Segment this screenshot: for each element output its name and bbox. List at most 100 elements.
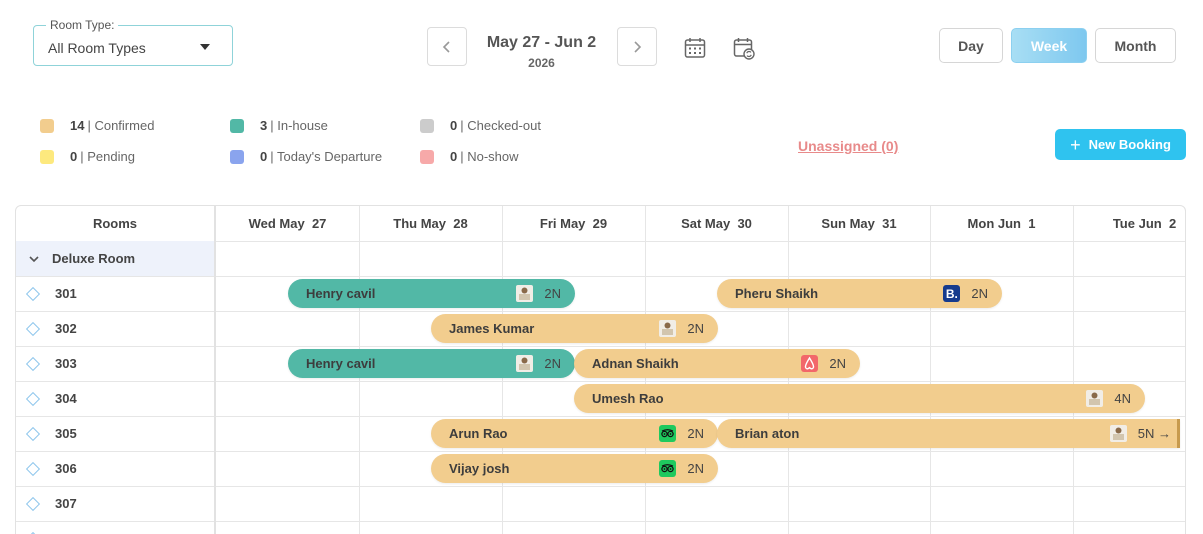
room-row-301[interactable]: 301 bbox=[16, 276, 216, 311]
room-diamond-icon bbox=[25, 356, 41, 371]
pending-label: | Pending bbox=[80, 149, 135, 164]
front-desk-icon bbox=[516, 285, 534, 302]
guest-name: Pheru Shaikh bbox=[735, 286, 819, 301]
room-row-304[interactable]: 304 bbox=[16, 381, 216, 416]
guest-name: Adnan Shaikh bbox=[592, 356, 679, 371]
room-number: 301 bbox=[55, 286, 77, 301]
legend-in-house: 3 | In-house bbox=[230, 118, 328, 133]
nights-count: 2N bbox=[687, 321, 704, 336]
nights-count: 2N bbox=[687, 426, 704, 441]
booking-bar[interactable]: Vijay josh 2N bbox=[431, 454, 718, 483]
booking-bar[interactable]: Henry cavil 2N bbox=[288, 349, 575, 378]
rooms-column-header: Rooms bbox=[16, 206, 216, 241]
room-number: 303 bbox=[55, 356, 77, 371]
checked-out-count: 0 bbox=[450, 118, 458, 133]
chevron-right-icon bbox=[634, 40, 642, 53]
checked-out-label: | Checked-out bbox=[460, 118, 541, 133]
confirmed-swatch bbox=[40, 118, 54, 133]
nights-count: 2N bbox=[544, 356, 561, 371]
week-view-button[interactable]: Week bbox=[1011, 28, 1087, 63]
room-row-302[interactable]: 302 bbox=[16, 311, 216, 346]
room-number: 306 bbox=[55, 461, 77, 476]
nights-count: 4N bbox=[1114, 391, 1131, 406]
guest-name: Arun Rao bbox=[449, 426, 508, 441]
confirmed-label: | Confirmed bbox=[87, 118, 155, 133]
guest-name: Brian aton bbox=[735, 426, 800, 441]
unassigned-link[interactable]: Unassigned (0) bbox=[798, 138, 898, 154]
no-show-count: 0 bbox=[450, 149, 458, 164]
booking-bar[interactable]: Arun Rao 2N bbox=[431, 419, 718, 448]
guest-name: Henry cavil bbox=[306, 286, 376, 301]
guest-name: Henry cavil bbox=[306, 356, 376, 371]
room-row[interactable] bbox=[16, 521, 216, 534]
date-year-label: 2026 bbox=[528, 56, 555, 70]
nights-count: 2N bbox=[829, 356, 846, 371]
airbnb-icon bbox=[801, 355, 819, 372]
room-row-307[interactable]: 307 bbox=[16, 486, 216, 521]
previous-week-button[interactable] bbox=[427, 27, 467, 66]
checked-out-swatch bbox=[420, 118, 434, 133]
in-house-count: 3 bbox=[260, 118, 268, 133]
in-house-label: | In-house bbox=[270, 118, 328, 133]
room-number: 302 bbox=[55, 321, 77, 336]
nights-count: 2N bbox=[971, 286, 988, 301]
room-number: 304 bbox=[55, 391, 77, 406]
room-diamond-icon bbox=[25, 426, 41, 441]
no-show-label: | No-show bbox=[460, 149, 519, 164]
tripadvisor-icon bbox=[659, 460, 677, 477]
in-house-swatch bbox=[230, 118, 244, 133]
calendar-sync-icon[interactable] bbox=[732, 36, 756, 60]
legend-checked-out: 0 | Checked-out bbox=[420, 118, 541, 133]
day-header: Fri May 29 bbox=[539, 216, 608, 231]
pending-swatch bbox=[40, 149, 54, 164]
chevron-down-icon bbox=[29, 255, 39, 262]
room-diamond-icon bbox=[25, 461, 41, 476]
room-diamond-icon bbox=[25, 496, 41, 511]
dropdown-arrow-icon bbox=[200, 44, 210, 50]
room-number: 307 bbox=[55, 496, 77, 511]
front-desk-icon bbox=[1109, 425, 1127, 442]
next-week-button[interactable] bbox=[617, 27, 657, 66]
room-diamond-icon bbox=[25, 321, 41, 336]
no-show-swatch bbox=[420, 149, 434, 164]
day-header: Tue Jun 2 bbox=[1112, 216, 1177, 231]
chevron-left-icon bbox=[442, 40, 450, 53]
front-desk-icon bbox=[516, 355, 534, 372]
booking-bar[interactable]: Pheru Shaikh B. 2N bbox=[717, 279, 1002, 308]
guest-name: Vijay josh bbox=[449, 461, 510, 476]
room-group-label: Deluxe Room bbox=[52, 251, 136, 266]
front-desk-icon bbox=[1086, 390, 1104, 407]
month-view-button[interactable]: Month bbox=[1095, 28, 1176, 63]
legend-todays-departure: 0 | Today's Departure bbox=[230, 149, 382, 164]
todays-departure-count: 0 bbox=[260, 149, 268, 164]
booking-bar[interactable]: Brian aton 5N → bbox=[717, 419, 1180, 448]
booking-bar[interactable]: Umesh Rao 4N bbox=[574, 384, 1145, 413]
room-type-select[interactable]: Room Type: All Room Types bbox=[33, 18, 233, 66]
room-type-label: Room Type: bbox=[46, 18, 119, 32]
room-group-deluxe[interactable]: Deluxe Room bbox=[16, 241, 216, 276]
day-header: Wed May 27 bbox=[248, 216, 327, 231]
booking-bar[interactable]: Henry cavil 2N bbox=[288, 279, 575, 308]
pending-count: 0 bbox=[70, 149, 78, 164]
nights-count: 2N bbox=[687, 461, 704, 476]
guest-name: James Kumar bbox=[449, 321, 535, 336]
todays-departure-swatch bbox=[230, 149, 244, 164]
booking-bar[interactable]: Adnan Shaikh 2N bbox=[574, 349, 860, 378]
day-header: Sat May 30 bbox=[681, 216, 752, 231]
calendar-icon[interactable] bbox=[683, 36, 707, 60]
new-booking-button[interactable]: + New Booking bbox=[1055, 129, 1186, 160]
room-row-306[interactable]: 306 bbox=[16, 451, 216, 486]
legend-pending: 0 | Pending bbox=[40, 149, 135, 164]
room-row-305[interactable]: 305 bbox=[16, 416, 216, 451]
booking-bar[interactable]: James Kumar 2N bbox=[431, 314, 718, 343]
room-diamond-icon bbox=[25, 391, 41, 406]
guest-name: Umesh Rao bbox=[592, 391, 664, 406]
date-range-label: May 27 - Jun 2 bbox=[486, 34, 597, 51]
legend-confirmed: 14 | Confirmed bbox=[40, 118, 154, 133]
day-view-button[interactable]: Day bbox=[939, 28, 1003, 63]
nights-count: 2N bbox=[544, 286, 561, 301]
room-row-303[interactable]: 303 bbox=[16, 346, 216, 381]
front-desk-icon bbox=[659, 320, 677, 337]
plus-icon: + bbox=[1070, 134, 1081, 155]
day-header: Mon Jun 1 bbox=[967, 216, 1036, 231]
